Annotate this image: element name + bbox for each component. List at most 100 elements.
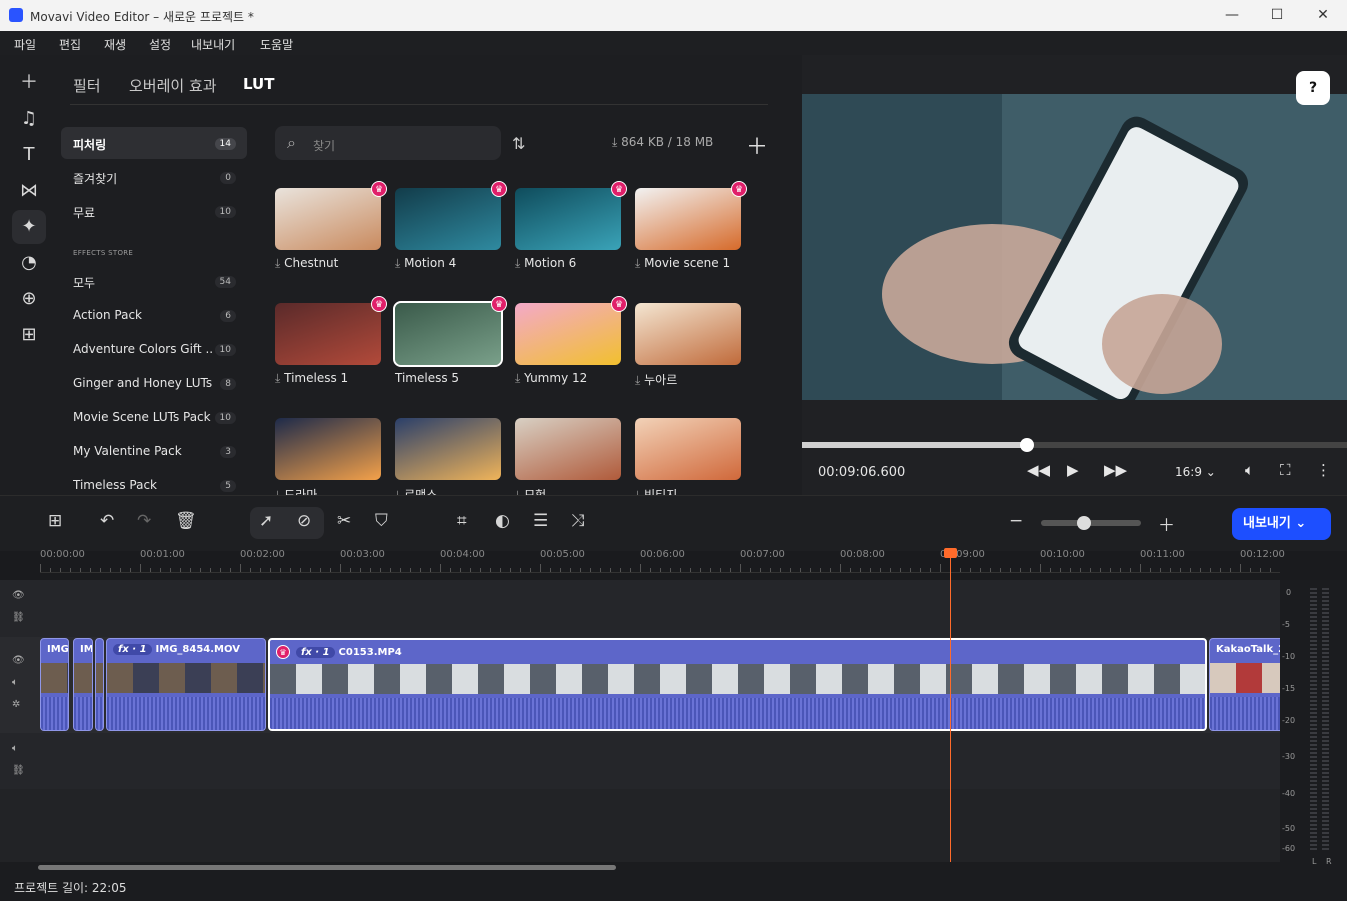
store-category-action-pack[interactable]: Action Pack 6 bbox=[61, 299, 247, 331]
playhead-handle[interactable] bbox=[944, 548, 957, 558]
unlink-icon[interactable]: ⛓︎ bbox=[12, 765, 25, 776]
ruler-tick bbox=[1270, 568, 1271, 572]
lut-thumbnail[interactable] bbox=[515, 188, 621, 250]
scrollbar-thumb[interactable] bbox=[38, 865, 616, 870]
premium-crown-icon: ♛ bbox=[491, 181, 507, 197]
clip[interactable]: KakaoTalk_20 bbox=[1209, 638, 1289, 731]
zoom-out-icon[interactable]: − bbox=[1009, 511, 1023, 531]
timeline-scrollbar[interactable] bbox=[0, 862, 1280, 874]
minimize-button[interactable]: — bbox=[1222, 6, 1242, 24]
menu-help[interactable]: 도움말 bbox=[260, 36, 293, 53]
selected-clip[interactable]: ♛ fx · 1 C0153.MP4 bbox=[268, 638, 1207, 731]
undo-icon[interactable]: ↶ bbox=[100, 511, 114, 531]
transitions-icon[interactable]: ⋈ bbox=[12, 174, 46, 208]
lut-thumbnail[interactable] bbox=[635, 188, 741, 250]
store-category-movie-scene[interactable]: Movie Scene LUTs Pack 10 bbox=[61, 401, 247, 433]
zoom-slider-handle[interactable] bbox=[1077, 516, 1091, 530]
music-icon[interactable]: ♫ bbox=[12, 102, 46, 136]
ruler-tick-label: 00:12:00 bbox=[1240, 549, 1285, 560]
select-tool-icon[interactable]: ➚ bbox=[259, 511, 273, 531]
playback-scrubber[interactable] bbox=[802, 438, 1347, 452]
video-preview[interactable] bbox=[802, 94, 1347, 410]
fullscreen-icon[interactable]: ⛶ bbox=[1280, 461, 1291, 479]
more-icon[interactable]: ⊞ bbox=[12, 318, 46, 352]
export-button[interactable]: 내보내기 ⌄ bbox=[1232, 508, 1331, 540]
clip[interactable] bbox=[95, 638, 104, 731]
magic-select-icon[interactable]: ⊘ bbox=[297, 511, 311, 531]
lut-thumbnail[interactable] bbox=[275, 188, 381, 250]
visibility-icon[interactable]: 👁︎ bbox=[12, 655, 25, 666]
audio-icon[interactable]: 🔈︎ bbox=[12, 743, 18, 754]
add-track-icon[interactable]: ⊞ bbox=[48, 511, 62, 531]
store-icon[interactable]: ⊕ bbox=[12, 282, 46, 316]
link-icon[interactable]: ⛓︎ bbox=[12, 612, 25, 623]
volume-icon[interactable]: 🔈︎ bbox=[1245, 461, 1254, 479]
lut-thumbnail[interactable] bbox=[393, 301, 503, 367]
aspect-ratio-select[interactable]: 16:9 ⌄ bbox=[1175, 465, 1216, 479]
lut-thumbnail[interactable] bbox=[395, 418, 501, 480]
menu-playback[interactable]: 재생 bbox=[104, 36, 126, 53]
color-adjust-icon[interactable]: ◐ bbox=[495, 511, 510, 531]
play-icon[interactable]: ▶ bbox=[1067, 461, 1079, 479]
timeline-ruler[interactable]: 00:00:00 00:01:00 00:02:00 00:03:00 00:04:00… bbox=[0, 549, 1285, 580]
tab-overlays[interactable]: 오버레이 효과 bbox=[129, 75, 217, 96]
lut-thumbnail[interactable] bbox=[275, 303, 381, 365]
delete-icon[interactable]: 🗑︎ bbox=[175, 511, 197, 531]
clip[interactable]: IMG bbox=[40, 638, 69, 731]
lut-thumbnail[interactable] bbox=[515, 418, 621, 480]
visibility-icon[interactable]: 👁︎ bbox=[12, 590, 25, 601]
lut-thumbnail[interactable] bbox=[635, 418, 741, 480]
ruler-tick bbox=[480, 568, 481, 572]
menu-settings[interactable]: 설정 bbox=[149, 36, 171, 53]
more-options-icon[interactable]: ⋮ bbox=[1316, 461, 1331, 479]
category-favorites[interactable]: 즐겨찾기 0 bbox=[61, 161, 247, 193]
sort-icon[interactable]: ⇅ bbox=[512, 134, 525, 153]
zoom-slider[interactable] bbox=[1041, 516, 1141, 530]
audio-track[interactable]: 🔈︎ ⛓︎ bbox=[0, 733, 1280, 789]
category-count: 10 bbox=[214, 206, 236, 218]
help-button[interactable]: ? bbox=[1296, 71, 1330, 105]
ruler-tick bbox=[220, 568, 221, 572]
search-box[interactable]: ⌕ 찾기 bbox=[275, 126, 501, 160]
marker-icon[interactable]: ⛉ bbox=[375, 511, 388, 531]
overlay-track[interactable]: 👁︎ ⛓︎ bbox=[0, 580, 1280, 637]
tab-filters[interactable]: 필터 bbox=[73, 75, 101, 96]
lut-thumbnail[interactable] bbox=[515, 303, 621, 365]
store-category-timeless[interactable]: Timeless Pack 5 bbox=[61, 469, 247, 495]
tab-lut[interactable]: LUT bbox=[243, 75, 274, 93]
lut-thumbnail[interactable] bbox=[395, 188, 501, 250]
add-icon[interactable]: ＋ bbox=[12, 66, 46, 100]
stickers-icon[interactable]: ◔ bbox=[12, 246, 46, 280]
playhead[interactable] bbox=[950, 551, 951, 862]
next-frame-icon[interactable]: ▶▶ bbox=[1104, 461, 1127, 479]
menu-edit[interactable]: 편집 bbox=[59, 36, 81, 53]
clip[interactable]: IM bbox=[73, 638, 93, 731]
effects-icon[interactable]: ✦ bbox=[12, 210, 46, 244]
audio-icon[interactable]: 🔈︎ bbox=[12, 677, 18, 688]
store-category-adventure[interactable]: Adventure Colors Gift ... 10 bbox=[61, 333, 247, 365]
search-input[interactable]: 찾기 bbox=[313, 137, 335, 154]
split-icon[interactable]: ✂ bbox=[337, 511, 351, 531]
menu-export[interactable]: 내보내기 bbox=[191, 36, 235, 53]
category-free[interactable]: 무료 10 bbox=[61, 195, 247, 227]
store-category-ginger-honey[interactable]: Ginger and Honey LUTs... 8 bbox=[61, 367, 247, 399]
audio-detach-icon[interactable]: ✲ bbox=[12, 699, 20, 710]
redo-icon[interactable]: ↷ bbox=[137, 511, 151, 531]
crop-icon[interactable]: ⌗ bbox=[457, 511, 467, 531]
transition-wizard-icon[interactable]: ⤨ bbox=[571, 511, 585, 531]
maximize-button[interactable]: ☐ bbox=[1267, 6, 1287, 24]
scrubber-handle[interactable] bbox=[1020, 438, 1035, 452]
previous-frame-icon[interactable]: ◀◀ bbox=[1027, 461, 1050, 479]
zoom-in-icon[interactable]: ＋ bbox=[1158, 511, 1175, 536]
add-lut-icon[interactable]: ＋ bbox=[746, 129, 768, 161]
menu-file[interactable]: 파일 bbox=[14, 36, 36, 53]
clip-properties-icon[interactable]: ☰ bbox=[533, 511, 548, 531]
lut-thumbnail[interactable] bbox=[635, 303, 741, 365]
store-category-valentine[interactable]: My Valentine Pack 3 bbox=[61, 435, 247, 467]
store-category-all[interactable]: 모두 54 bbox=[61, 265, 247, 297]
clip[interactable]: fx · 1 IMG_8454.MOV bbox=[106, 638, 266, 731]
close-button[interactable]: ✕ bbox=[1313, 6, 1333, 24]
text-icon[interactable]: T bbox=[12, 138, 46, 172]
category-featured[interactable]: 피처링 14 bbox=[61, 127, 247, 159]
lut-thumbnail[interactable] bbox=[275, 418, 381, 480]
